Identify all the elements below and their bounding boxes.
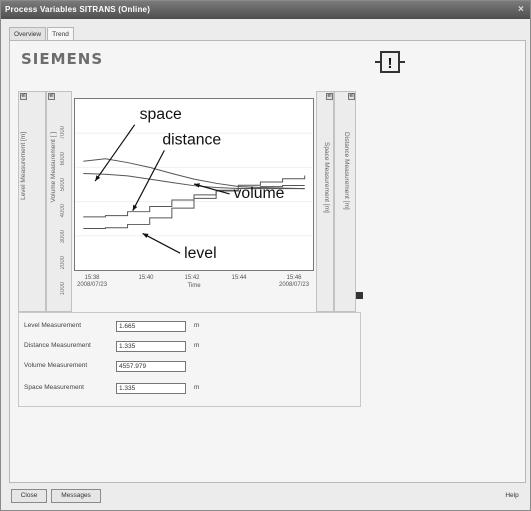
axis-menu-button[interactable]: el bbox=[326, 93, 333, 100]
time-axis: 15:38 2008/07/23 15:40 15:42 15:44 15:46 2008/… bbox=[74, 271, 314, 301]
x-tick-label: 15:38 2008/07/23 bbox=[77, 275, 108, 288]
distance-axis-strip[interactable]: el Distance Measurement [m] bbox=[334, 91, 356, 312]
level-value: 1.665 bbox=[116, 321, 186, 332]
volume-tick-labels: 1000 2000 3000 4000 5000 6000 7000 bbox=[60, 92, 72, 313]
window-title: Process Variables SITRANS (Online) bbox=[5, 5, 151, 14]
distance-label: Distance Measurement bbox=[24, 342, 91, 349]
volume-axis-label: Volume Measurement [ ] bbox=[50, 132, 57, 203]
space-label: Space Measurement bbox=[24, 384, 84, 391]
annotation-arrow bbox=[193, 183, 230, 195]
volume-tick-label: 5000 bbox=[60, 178, 66, 192]
annotation-distance: distance bbox=[162, 131, 221, 148]
space-axis-label: Space Measurement [m] bbox=[323, 142, 330, 213]
distance-unit: m bbox=[194, 342, 200, 349]
alarm-glyph: ! bbox=[388, 55, 393, 72]
alarm-icon: ! bbox=[375, 51, 405, 73]
title-bar: Process Variables SITRANS (Online) × bbox=[1, 1, 530, 19]
close-button[interactable]: Close bbox=[11, 489, 47, 503]
annotation-volume: volume bbox=[234, 185, 285, 202]
volume-tick-label: 1000 bbox=[60, 282, 66, 296]
x-tick-label: 15:46 2008/07/23 bbox=[279, 275, 310, 288]
space-axis-strip[interactable]: el Space Measurement [m] bbox=[316, 91, 334, 312]
x-tick-label: 15:44 bbox=[231, 275, 247, 281]
x-axis-label: Time bbox=[187, 283, 201, 289]
volume-value: 4557.979 bbox=[116, 361, 186, 372]
space-unit: m bbox=[194, 384, 200, 391]
distance-value: 1.335 bbox=[116, 341, 186, 352]
level-label: Level Measurement bbox=[24, 322, 82, 329]
measurement-fields: Level Measurement 1.665 m Distance Measu… bbox=[18, 312, 361, 407]
annotation-arrowhead bbox=[95, 175, 101, 182]
trend-panel: SIEMENS ! el Level Measurement [m] el Vo… bbox=[9, 40, 526, 483]
tab-overview[interactable]: Overview bbox=[9, 27, 47, 40]
volume-tick-label: 3000 bbox=[60, 230, 66, 244]
space-value: 1.335 bbox=[116, 383, 186, 394]
close-icon[interactable]: × bbox=[514, 3, 528, 17]
axis-menu-button[interactable]: el bbox=[348, 93, 355, 100]
x-tick-label: 15:40 bbox=[138, 275, 154, 281]
axis-menu-button[interactable]: el bbox=[48, 93, 55, 100]
help-button[interactable]: Help bbox=[497, 489, 527, 503]
volume-label: Volume Measurement bbox=[24, 362, 88, 369]
volume-tick-label: 4000 bbox=[60, 204, 66, 218]
process-variables-window: Process Variables SITRANS (Online) × Ove… bbox=[0, 0, 531, 511]
siemens-logo: SIEMENS bbox=[21, 50, 104, 68]
trend-plot[interactable]: space distance volume level bbox=[74, 98, 314, 271]
volume-tick-label: 6000 bbox=[60, 152, 66, 166]
tab-trend[interactable]: Trend bbox=[47, 27, 74, 41]
volume-axis-strip[interactable]: el Volume Measurement [ ] 1000 2000 3000 40… bbox=[46, 91, 72, 312]
axis-menu-button[interactable]: el bbox=[20, 93, 27, 100]
level-axis-label: Level Measurement [m] bbox=[20, 132, 27, 200]
volume-tick-label: 7000 bbox=[60, 126, 66, 140]
annotation-level: level bbox=[184, 245, 217, 262]
zoom-reset-button[interactable] bbox=[356, 292, 363, 299]
x-tick-label: 15:42 bbox=[184, 275, 200, 281]
level-unit: m bbox=[194, 322, 200, 329]
volume-tick-label: 2000 bbox=[60, 256, 66, 270]
level-axis-strip[interactable]: el Level Measurement [m] bbox=[18, 91, 46, 312]
distance-axis-label: Distance Measurement [m] bbox=[343, 132, 350, 210]
annotation-space: space bbox=[140, 106, 182, 123]
annotation-arrow bbox=[142, 232, 181, 254]
messages-button[interactable]: Messages bbox=[51, 489, 101, 503]
tab-bar: Overview Trend bbox=[9, 27, 75, 41]
